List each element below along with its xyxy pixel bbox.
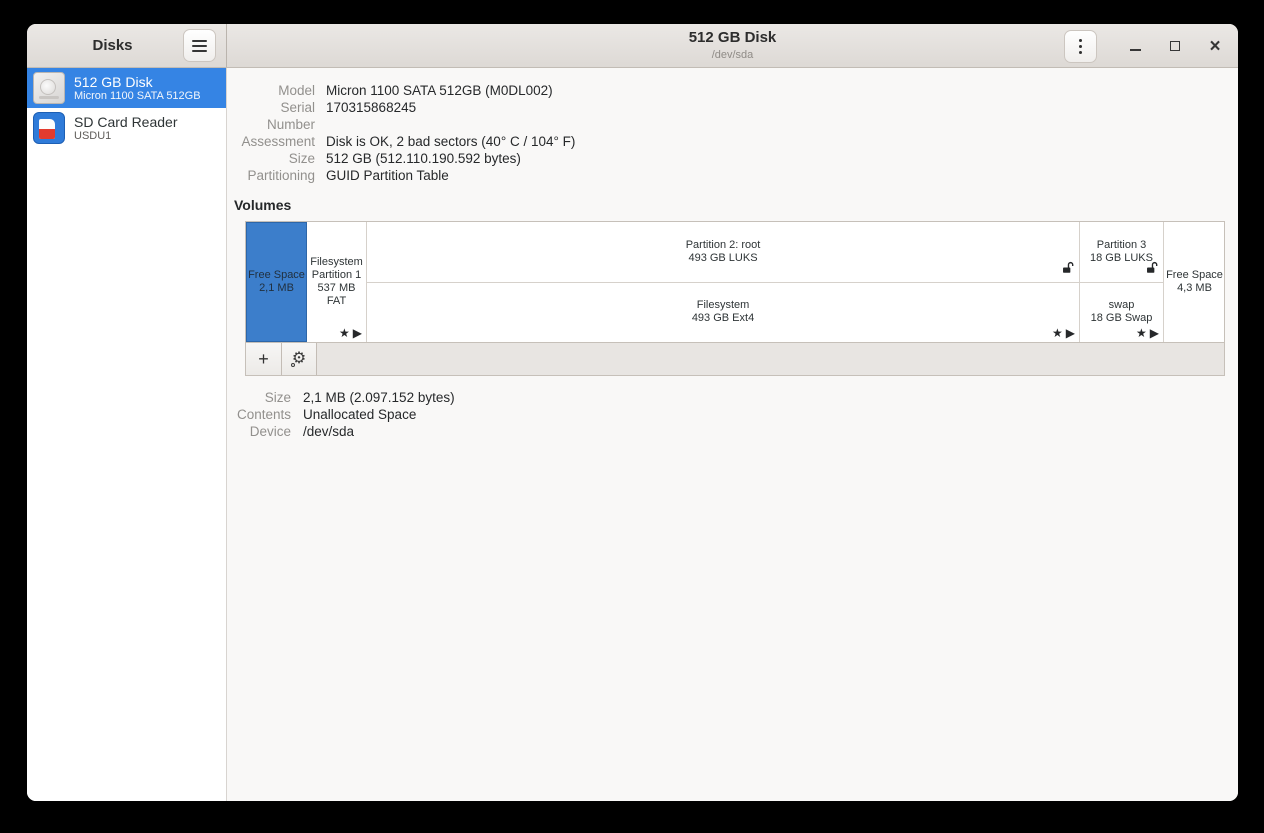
sidebar-item-subtitle: USDU1 xyxy=(74,130,178,143)
info-label: Size xyxy=(234,150,326,167)
segment-size: 493 GB LUKS xyxy=(688,252,757,265)
segment-size: 4,3 MB xyxy=(1177,282,1212,295)
info-label: Assessment xyxy=(234,133,326,150)
segment-size: 493 GB Ext4 xyxy=(692,312,754,325)
selection-row-device: Device /dev/sda xyxy=(234,423,1238,440)
volume-segment-partition-1[interactable]: Filesystem Partition 1 537 MB FAT ★ ▶ xyxy=(307,222,367,342)
info-value: GUID Partition Table xyxy=(326,167,449,184)
segment-size: 2,1 MB xyxy=(259,282,294,295)
unlocked-padlock-icon xyxy=(1061,261,1074,278)
kebab-icon xyxy=(1079,39,1082,42)
volume-toolbar: + ⚙ xyxy=(246,342,1224,375)
window-title: 512 GB Disk xyxy=(689,30,777,47)
segment-label: Filesystem xyxy=(310,256,363,269)
mounted-play-icon: ▶ xyxy=(353,327,362,340)
selection-label: Device xyxy=(234,423,303,440)
volume-segment-partition-3[interactable]: Partition 3 18 GB LUKS xyxy=(1080,222,1163,283)
sidebar-item-512gb-disk[interactable]: 512 GB Disk Micron 1100 SATA 512GB xyxy=(27,68,226,108)
desktop-background: Disks 512 GB Disk /dev/sda xyxy=(0,0,1264,833)
volume-column-partition-2: Partition 2: root 493 GB LUKS xyxy=(367,222,1080,342)
volumes-frame: Free Space 2,1 MB Filesystem Partition 1… xyxy=(245,221,1225,376)
segment-label: swap xyxy=(1109,299,1135,312)
mounted-play-icon: ▶ xyxy=(1150,327,1159,340)
bootable-star-icon: ★ xyxy=(1136,327,1147,340)
selection-value: Unallocated Space xyxy=(303,406,416,423)
create-partition-button[interactable]: + xyxy=(246,343,282,375)
sidebar-item-subtitle: Micron 1100 SATA 512GB xyxy=(74,90,201,103)
volumes-heading: Volumes xyxy=(234,197,1238,213)
device-sidebar: 512 GB Disk Micron 1100 SATA 512GB SD Ca… xyxy=(27,68,227,801)
segment-size: 18 GB LUKS xyxy=(1090,252,1153,265)
volume-segment-partition-2[interactable]: Partition 2: root 493 GB LUKS xyxy=(367,222,1079,283)
window-controls: × xyxy=(1064,24,1227,68)
disk-details-pane: Model Micron 1100 SATA 512GB (M0DL002) S… xyxy=(227,68,1238,801)
selection-value: 2,1 MB (2.097.152 bytes) xyxy=(303,389,455,406)
volume-segment-free-space-1[interactable]: Free Space 2,1 MB xyxy=(246,222,307,342)
info-label: Partitioning xyxy=(234,167,326,184)
selection-row-contents: Contents Unallocated Space xyxy=(234,406,1238,423)
info-value: 512 GB (512.110.190.592 bytes) xyxy=(326,150,521,167)
info-row-size: Size 512 GB (512.110.190.592 bytes) xyxy=(234,150,1238,167)
maximize-icon xyxy=(1170,41,1180,51)
bootable-star-icon: ★ xyxy=(1052,327,1063,340)
info-row-assessment: Assessment Disk is OK, 2 bad sectors (40… xyxy=(234,133,1238,150)
volume-segment-partition-2-filesystem[interactable]: Filesystem 493 GB Ext4 ★ ▶ xyxy=(367,283,1079,343)
window-body: 512 GB Disk Micron 1100 SATA 512GB SD Ca… xyxy=(27,68,1238,801)
info-value: 170315868245 xyxy=(326,99,416,133)
hard-drive-icon xyxy=(33,72,65,104)
gnome-disks-window: Disks 512 GB Disk /dev/sda xyxy=(27,24,1238,801)
maximize-button[interactable] xyxy=(1163,34,1187,58)
info-label: Model xyxy=(234,82,326,99)
volume-segment-free-space-2[interactable]: Free Space 4,3 MB xyxy=(1164,222,1225,342)
info-label: Serial Number xyxy=(234,99,326,133)
info-row-partitioning: Partitioning GUID Partition Table xyxy=(234,167,1238,184)
info-value: Disk is OK, 2 bad sectors (40° C / 104° … xyxy=(326,133,575,150)
hamburger-menu-button[interactable] xyxy=(183,29,216,62)
selection-row-size: Size 2,1 MB (2.097.152 bytes) xyxy=(234,389,1238,406)
headerbar: Disks 512 GB Disk /dev/sda xyxy=(27,24,1238,68)
info-row-serial: Serial Number 170315868245 xyxy=(234,99,1238,133)
window-subtitle: /dev/sda xyxy=(689,49,777,61)
window-titles: 512 GB Disk /dev/sda xyxy=(689,30,777,61)
selection-label: Size xyxy=(234,389,303,406)
sidebar-header: Disks xyxy=(27,24,227,67)
selection-label: Contents xyxy=(234,406,303,423)
segment-size: 18 GB Swap xyxy=(1091,312,1153,325)
close-button[interactable]: × xyxy=(1203,34,1227,58)
segment-label: Partition 1 xyxy=(312,269,362,282)
hamburger-icon xyxy=(192,40,207,42)
plus-icon: + xyxy=(258,349,269,370)
partition-options-button[interactable]: ⚙ xyxy=(281,343,317,375)
close-icon: × xyxy=(1209,37,1220,56)
segment-label: Partition 2: root xyxy=(686,239,761,252)
volume-grid: Free Space 2,1 MB Filesystem Partition 1… xyxy=(246,222,1224,342)
kebab-menu-button[interactable] xyxy=(1064,30,1097,63)
volume-segment-swap[interactable]: swap 18 GB Swap ★ ▶ xyxy=(1080,283,1163,343)
minimize-icon xyxy=(1130,49,1141,51)
segment-label: Filesystem xyxy=(697,299,750,312)
app-title: Disks xyxy=(92,37,132,54)
selection-value: /dev/sda xyxy=(303,423,354,440)
sd-card-reader-icon xyxy=(33,112,65,144)
minimize-button[interactable] xyxy=(1123,34,1147,58)
segment-label: Free Space xyxy=(1166,269,1223,282)
sidebar-item-sd-card-reader[interactable]: SD Card Reader USDU1 xyxy=(27,108,226,148)
sidebar-item-title: 512 GB Disk xyxy=(74,74,201,90)
segment-label: Partition 3 xyxy=(1097,239,1147,252)
main-header: 512 GB Disk /dev/sda xyxy=(227,24,1238,67)
segment-label: Free Space xyxy=(248,269,305,282)
volume-column-partition-3: Partition 3 18 GB LUKS s xyxy=(1080,222,1164,342)
unlocked-padlock-icon xyxy=(1145,261,1158,278)
disk-info-grid: Model Micron 1100 SATA 512GB (M0DL002) S… xyxy=(234,82,1238,184)
segment-size: 537 MB FAT xyxy=(307,282,366,308)
info-value: Micron 1100 SATA 512GB (M0DL002) xyxy=(326,82,553,99)
info-row-model: Model Micron 1100 SATA 512GB (M0DL002) xyxy=(234,82,1238,99)
mounted-play-icon: ▶ xyxy=(1066,327,1075,340)
selection-info-grid: Size 2,1 MB (2.097.152 bytes) Contents U… xyxy=(234,389,1238,440)
bootable-star-icon: ★ xyxy=(339,327,350,340)
sidebar-item-title: SD Card Reader xyxy=(74,114,178,130)
